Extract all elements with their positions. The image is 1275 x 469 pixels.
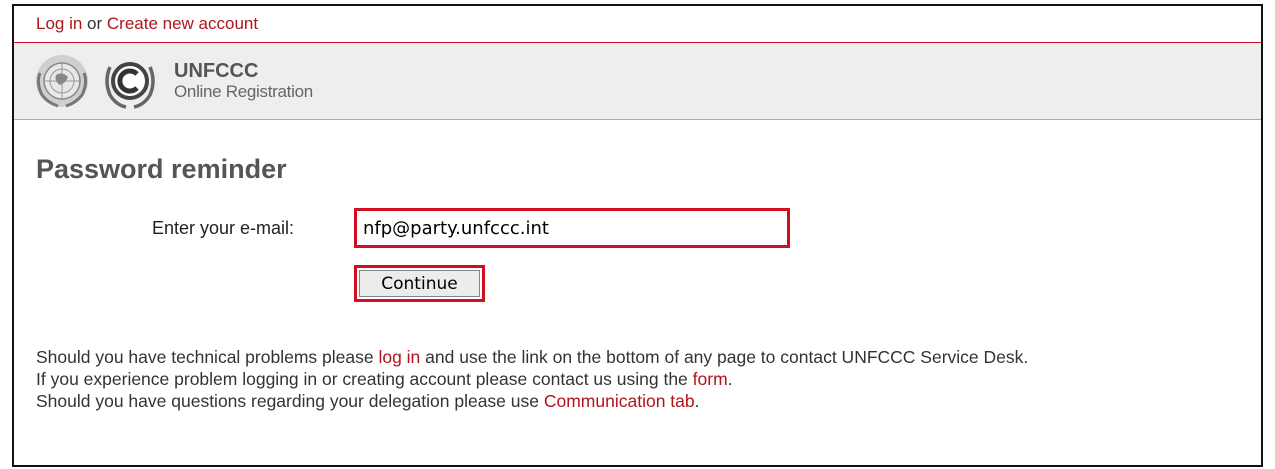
help-line-3: Should you have questions regarding your… (36, 391, 700, 411)
help-login-link[interactable]: log in (378, 347, 420, 367)
topbar-separator: or (82, 14, 107, 33)
help-text: Should you have technical problems pleas… (36, 346, 1028, 412)
brand-subtitle: Online Registration (174, 82, 313, 101)
contact-form-link[interactable]: form (693, 369, 728, 389)
page-frame: Log in or Create new account UNFCCC Onli… (12, 4, 1263, 467)
help-line-1: Should you have technical problems pleas… (36, 347, 1029, 367)
email-label: Enter your e-mail: (152, 218, 295, 238)
page-title: Password reminder (36, 154, 287, 184)
un-emblem-icon (36, 55, 88, 108)
continue-button-highlight: Continue (354, 265, 485, 302)
email-field[interactable] (354, 208, 790, 248)
continue-button[interactable]: Continue (359, 270, 480, 297)
login-link[interactable]: Log in (36, 14, 82, 33)
communication-tab-link[interactable]: Communication tab (544, 391, 695, 411)
top-bar: Log in or Create new account (14, 6, 1261, 43)
create-account-link[interactable]: Create new account (107, 14, 258, 33)
unfccc-c-logo-icon (105, 62, 155, 109)
brand-name: UNFCCC (174, 60, 259, 82)
help-line-2: If you experience problem logging in or … (36, 369, 733, 389)
brand-block: UNFCCC Online Registration (174, 60, 313, 102)
header-banner: UNFCCC Online Registration (14, 43, 1261, 120)
